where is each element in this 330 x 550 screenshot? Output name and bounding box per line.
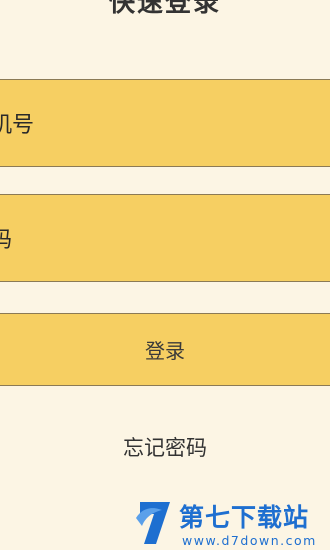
phone-field-label: 机号	[0, 113, 35, 138]
watermark-logo-icon	[136, 502, 170, 544]
forgot-password-link[interactable]: 忘记密码	[0, 432, 330, 462]
watermark-url: www.d7down.com	[182, 533, 317, 548]
watermark: 第七下载站 www.d7down.com	[132, 496, 328, 550]
password-field[interactable]: 码	[0, 194, 330, 282]
watermark-brand: 第七下载站	[179, 503, 310, 532]
phone-field[interactable]: 机号	[0, 79, 330, 167]
login-button[interactable]: 登录	[0, 313, 330, 386]
page-title: 快速登录	[108, 0, 221, 18]
password-field-label: 码	[0, 228, 13, 253]
